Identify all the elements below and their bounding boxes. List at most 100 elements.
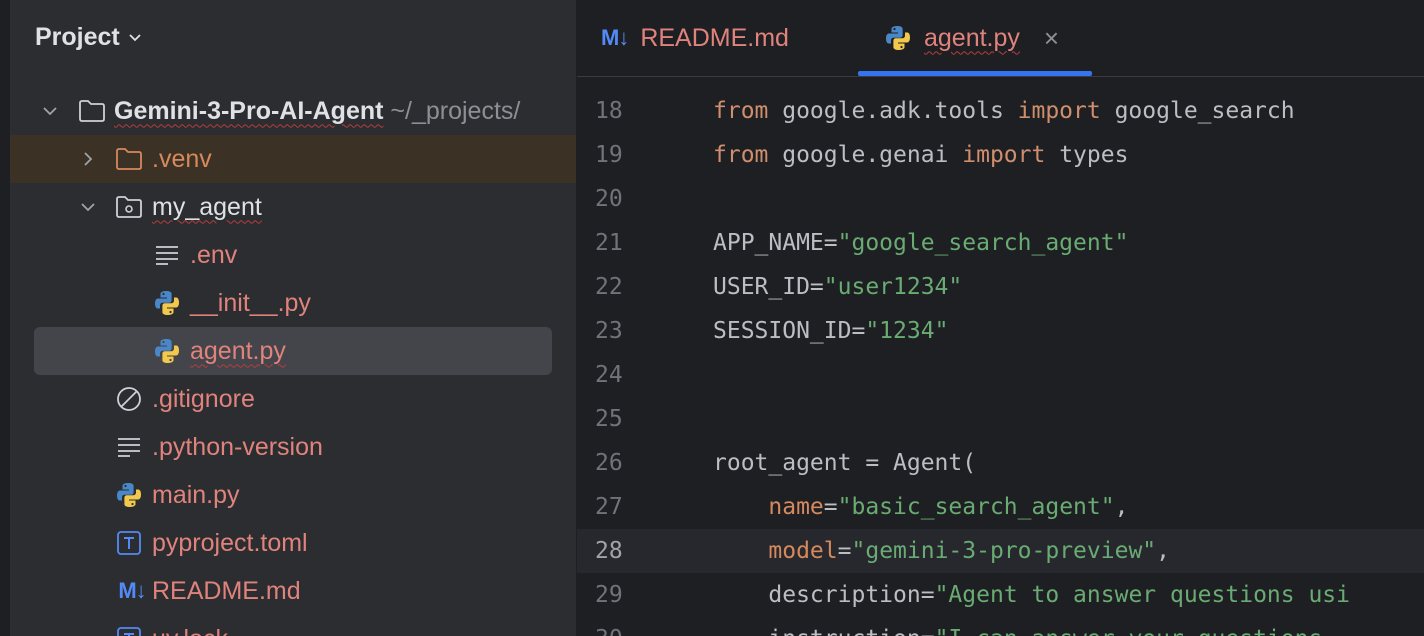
tab-label: README.md [640, 23, 789, 52]
tree-item-pyproject[interactable]: pyproject.toml [10, 519, 576, 567]
code-token: "basic_search_agent" [837, 494, 1115, 520]
tree-item-gitignore[interactable]: .gitignore [10, 375, 576, 423]
line-number: 25 [595, 406, 623, 432]
python-icon [153, 337, 181, 365]
code-line[interactable]: 21 APP_NAME="google_search_agent" [577, 221, 1424, 265]
code-text: SESSION_ID="1234" [713, 309, 948, 353]
tree-item-init-py[interactable]: __init__.py [10, 279, 576, 327]
code-token: instruction [768, 626, 920, 636]
code-line[interactable]: 22 USER_ID="user1234" [577, 265, 1424, 309]
tree-item-label: .gitignore [152, 384, 255, 413]
code-token: types [1045, 142, 1129, 168]
tree-item-label: .env [190, 240, 238, 269]
tree-item-label: README.md [152, 576, 301, 605]
package-folder-icon [115, 193, 143, 221]
code-line[interactable]: 23 SESSION_ID="1234" [577, 309, 1424, 353]
line-number: 21 [595, 230, 623, 256]
code-line[interactable]: 24 [577, 353, 1424, 397]
code-token: "I can answer your questions [935, 626, 1323, 636]
code-token: from [713, 142, 769, 168]
line-number: 18 [595, 98, 623, 124]
code-line[interactable]: 30 instruction="I can answer your questi… [577, 617, 1424, 636]
code-token: root_agent = Agent( [713, 450, 977, 476]
tree-item-label: .venv [152, 144, 212, 173]
tree-item-label: my_agent [152, 192, 262, 221]
tree-item-venv[interactable]: .venv [10, 135, 576, 183]
code-text: root_agent = Agent( [713, 441, 976, 485]
code-line[interactable]: 20 [577, 177, 1424, 221]
project-title: Project [35, 22, 120, 51]
code-token: description [768, 582, 921, 608]
tree-item-label: __init__.py [190, 288, 311, 317]
text-file-icon [153, 241, 181, 269]
root-folder-name: Gemini-3-Pro-AI-Agent [114, 96, 384, 125]
tree-item-label: main.py [152, 480, 240, 509]
code-text: name="basic_search_agent", [713, 485, 1128, 529]
line-number: 29 [595, 582, 623, 608]
line-number: 24 [595, 362, 623, 388]
line-number: 23 [595, 318, 623, 344]
code-text: from google.genai import types [713, 133, 1128, 177]
project-sidebar: Project Gemini-3-Pro-AI-Agent ~/_project… [0, 0, 576, 636]
tree-item-uv-lock[interactable]: uv.lock [10, 615, 576, 636]
code-line[interactable]: 18 from google.adk.tools import google_se… [577, 89, 1424, 133]
toml-file-icon [115, 625, 143, 636]
project-view-header[interactable]: Project [35, 20, 142, 54]
markdown-icon: M↓ [601, 25, 629, 50]
editor-tabbar: M↓ README.md agent.py × [577, 0, 1424, 77]
tab-label: agent.py [924, 23, 1020, 52]
line-number: 19 [595, 142, 623, 168]
code-line[interactable]: 29 description="Agent to answer question… [577, 573, 1424, 617]
code-token: , [1156, 538, 1170, 564]
code-line[interactable]: 26 root_agent = Agent( [577, 441, 1424, 485]
code-token: import [1017, 98, 1101, 124]
markdown-icon: M↓ [118, 578, 146, 603]
code-editor[interactable]: M↓ README.md agent.py × 18 from google.ad… [577, 0, 1424, 636]
code-token: "Agent to answer questions usi [934, 582, 1350, 608]
chevron-down-icon [129, 34, 141, 42]
code-line[interactable]: 27 name="basic_search_agent", [577, 485, 1424, 529]
code-token: google.adk.tools [768, 98, 1018, 124]
tab-agent-py[interactable]: agent.py × [858, 0, 1092, 76]
tree-item-agent-py[interactable]: agent.py [34, 327, 552, 375]
code-text: description="Agent to answer questions u… [713, 573, 1350, 617]
code-token: import [962, 142, 1046, 168]
line-number: 30 [595, 617, 655, 636]
code-token: google.genai [768, 142, 963, 168]
python-icon [884, 24, 912, 52]
chevron-down-icon[interactable] [40, 101, 60, 121]
tree-item-readme[interactable]: M↓ README.md [10, 567, 576, 615]
line-number: 28 [595, 538, 623, 564]
close-icon[interactable]: × [1044, 23, 1059, 54]
code-line[interactable]: 28 model="gemini-3-pro-preview", [577, 529, 1424, 573]
folder-icon [115, 145, 143, 173]
code-line[interactable]: 19 from google.genai import types [577, 133, 1424, 177]
code-token: from [713, 98, 769, 124]
line-number: 27 [595, 494, 623, 520]
chevron-down-icon[interactable] [78, 197, 98, 217]
tree-item-label: .python-version [152, 432, 323, 461]
code-line[interactable]: 25 [577, 397, 1424, 441]
tab-readme[interactable]: M↓ README.md [601, 0, 789, 76]
tree-item-main-py[interactable]: main.py [10, 471, 576, 519]
tree-item-python-version[interactable]: .python-version [10, 423, 576, 471]
root-folder-path: ~/_projects/ [390, 96, 521, 125]
code-text: instruction="I can answer your questions [713, 617, 1322, 636]
tree-item-root[interactable]: Gemini-3-Pro-AI-Agent ~/_projects/ [10, 87, 576, 135]
python-icon [153, 289, 181, 317]
chevron-right-icon[interactable] [78, 149, 98, 169]
code-token: = [823, 494, 838, 520]
line-number: 22 [595, 274, 623, 300]
tree-item-my-agent[interactable]: my_agent [10, 183, 576, 231]
tree-item-env[interactable]: .env [10, 231, 576, 279]
code-token: APP_NAME= [713, 230, 838, 256]
code-token: "google_search_agent" [837, 230, 1129, 256]
code-text: APP_NAME="google_search_agent" [713, 221, 1128, 265]
code-token: "1234" [865, 318, 949, 344]
python-icon [115, 481, 143, 509]
code-text: model="gemini-3-pro-preview", [713, 529, 1170, 573]
line-number: 26 [595, 450, 623, 476]
